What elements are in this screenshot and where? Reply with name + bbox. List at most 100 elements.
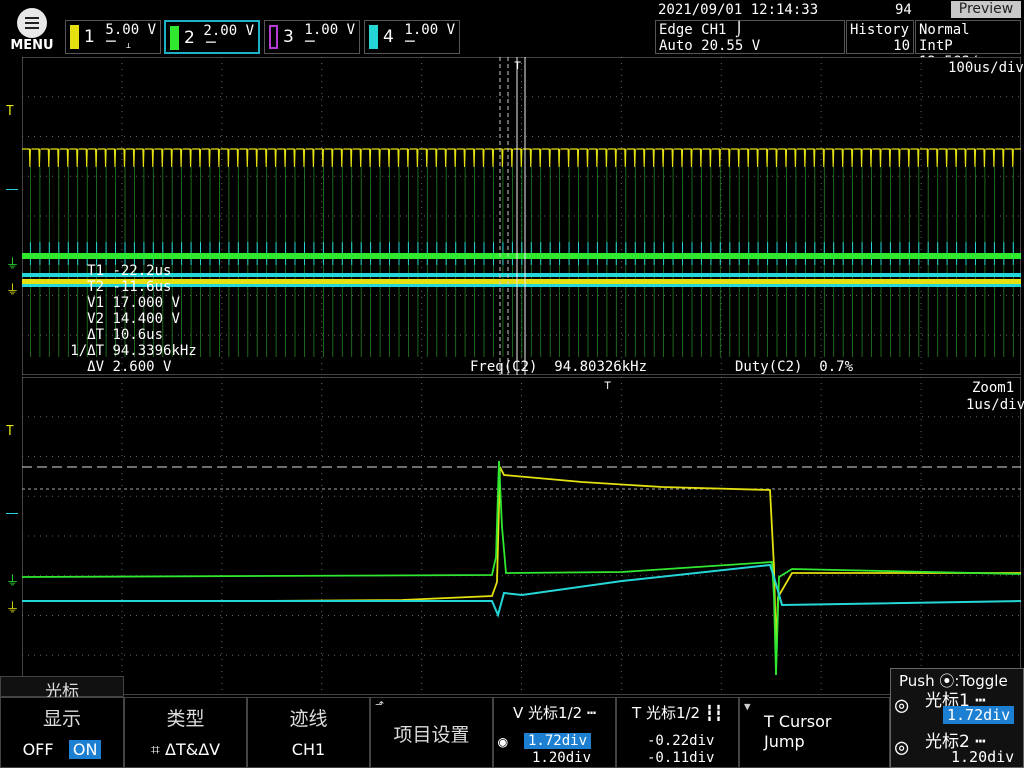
trigger-type: Edge CH1 ⌡ [659, 22, 744, 38]
t-cursor-jump-softkey[interactable]: ▼ T Cursor Jump [739, 697, 890, 768]
zoom-ch1-ground-marker: ⏚ [6, 601, 20, 616]
cursor1-value: 1.72div [943, 706, 1015, 724]
type-title: 类型 [166, 708, 205, 730]
zoom-waveform-display[interactable]: ⊤ [22, 377, 1021, 695]
main-timebase: 100us/div [948, 60, 1024, 76]
vertical-lines-icon: ┇┇ [704, 704, 723, 722]
v-cursor-2-value: 1.20div [532, 750, 592, 766]
meas-label: T2 [87, 279, 104, 295]
ch1-scale: 5.00 V [105, 22, 156, 38]
zoom-ch4-level-marker [6, 513, 18, 514]
channel-2-button[interactable]: 2 2.00 V ▔▔ [164, 20, 260, 54]
duty-measurement: Duty(C2) 0.7% [735, 359, 853, 375]
history-status[interactable]: History 10 [846, 20, 914, 54]
history-label: History [850, 22, 910, 38]
duty-label: Duty(C2) [735, 359, 803, 375]
preview-badge: Preview [951, 1, 1021, 18]
freq-measurement: Freq(C2) 94.80326kHz [470, 359, 647, 375]
menu-button[interactable]: MENU [6, 5, 58, 55]
history-value: 10 [893, 38, 910, 54]
duty-value: 0.7% [819, 359, 854, 375]
ch1-bandwidth-icon: ⊥ [126, 41, 131, 50]
zoom-timebase: 1us/div [966, 397, 1024, 413]
trigger-level: Auto 20.55 V [659, 38, 761, 54]
ch2-scale: 2.00 V [203, 23, 254, 39]
freq-value: 94.80326kHz [554, 359, 648, 375]
push-toggle-panel[interactable]: Push ⦿:Toggle ◎ 光标1 ┅ 1.72div ◎ 光标2 ┅ 1.… [890, 668, 1024, 768]
item-settings-softkey[interactable]: ⬏ 项目设置 [370, 697, 493, 768]
meas-value: 17.000 V [112, 295, 180, 311]
meas-value: 14.400 V [112, 311, 180, 327]
v-cursor-softkey[interactable]: V 光标1/2 ┅ ◉ 1.72div 1.20div [493, 697, 616, 768]
v-cursor-1-value: 1.72div [524, 733, 592, 749]
ch3-number: 3 [283, 27, 294, 47]
ch2-number: 2 [184, 28, 195, 48]
t-cursor-softkey[interactable]: T 光标1/2 ┇┇ -0.22div -0.11div [616, 697, 739, 768]
meas-value: 94.3396kHz [112, 343, 197, 359]
ch1-color-swatch [70, 25, 79, 49]
display-title: 显示 [42, 708, 81, 730]
grid-cursor-icon: ⌗ [150, 740, 160, 759]
acquisition-count: 94 [895, 2, 912, 18]
ch1-coupling-icon: ▔▔ [106, 41, 116, 50]
cursor-measurements: T1 -22.2us T2 -11.6us V1 17.000 V V2 14.… [62, 263, 197, 375]
display-softkey[interactable]: 显示 OFF ON [0, 697, 124, 768]
freq-label: Freq(C2) [470, 359, 538, 375]
knob-1-icon: ◎ [895, 693, 909, 718]
meas-label: T1 [87, 263, 104, 279]
meas-label: ΔT [87, 327, 104, 343]
datetime: 2021/09/01 12:14:33 [658, 2, 819, 18]
trigger-status[interactable]: Edge CH1 ⌡ Auto 20.55 V [655, 20, 845, 54]
channel-1-button[interactable]: 1 5.00 V ▔▔ ⊥ [65, 20, 161, 54]
zoom-ch1-trigger-marker: T [6, 424, 14, 439]
type-value: ΔT&ΔV [165, 740, 221, 759]
trace-softkey[interactable]: 迹线 CH1 [247, 697, 370, 768]
knob-2-icon: ◎ [895, 735, 909, 760]
t-cursor-2-value: -0.11div [647, 750, 715, 766]
trigger-position-icon: ⊤ [514, 58, 521, 72]
cursor2-value: 1.20div [951, 748, 1015, 766]
external-link-icon: ⬏ [375, 698, 385, 711]
ch3-color-swatch [269, 25, 278, 49]
meas-value: 10.6us [112, 327, 164, 343]
meas-value: -11.6us [112, 279, 172, 295]
ch1-ground-marker: ⏚ [6, 283, 20, 298]
t-cursor-1-value: -0.22div [647, 733, 715, 749]
type-softkey[interactable]: 类型 ⌗ ΔT&ΔV [124, 697, 247, 768]
menu-icon [17, 8, 47, 38]
dropdown-arrow-icon: ▼ [744, 700, 751, 713]
display-on-option[interactable]: ON [68, 740, 102, 759]
ch4-coupling-icon: ▔▔ [405, 41, 415, 50]
meas-value: -22.2us [112, 263, 172, 279]
meas-label: V1 [87, 295, 104, 311]
meas-value: 2.600 V [112, 359, 172, 375]
ch1-number: 1 [84, 27, 95, 47]
acquisition-status[interactable]: Normal IntP 12.5GS/s [915, 20, 1021, 70]
cursor-menu-header: 光标 [0, 676, 124, 702]
acquisition-mode: Normal [919, 22, 970, 38]
meas-label: V2 [87, 311, 104, 327]
ch3-coupling-icon: ▔▔ [305, 41, 315, 50]
t-cursor-title: T 光标1/2 [632, 704, 701, 722]
channel-3-button[interactable]: 3 1.00 V ▔▔ [264, 20, 360, 54]
trace-value: CH1 [291, 740, 326, 759]
meas-label: ΔV [87, 359, 104, 375]
meas-label: 1/ΔT [70, 343, 104, 359]
zoom-trigger-icon: ⊤ [604, 378, 611, 392]
zoom-ch2-ground-marker: ⏚ [6, 574, 20, 589]
ch4-scale: 1.00 V [404, 22, 455, 38]
ch2-ground-marker: ⏚ [6, 257, 20, 272]
zoom-label: Zoom1 [972, 380, 1015, 396]
ch4-color-swatch [369, 25, 378, 49]
ch1-trigger-level-marker: T [6, 104, 14, 119]
display-off-option[interactable]: OFF [23, 740, 54, 759]
ch3-scale: 1.00 V [304, 22, 355, 38]
ch4-level-marker [6, 189, 18, 190]
v-cursor-title: V 光标1/2 [513, 704, 583, 722]
ch4-number: 4 [383, 27, 394, 47]
channel-4-button[interactable]: 4 1.00 V ▔▔ [364, 20, 460, 54]
ch2-color-swatch [170, 26, 179, 50]
radio-icon: ◉ [498, 732, 508, 751]
ch2-coupling-icon: ▔▔ [206, 42, 216, 51]
item-settings-title: 项目设置 [393, 724, 470, 746]
